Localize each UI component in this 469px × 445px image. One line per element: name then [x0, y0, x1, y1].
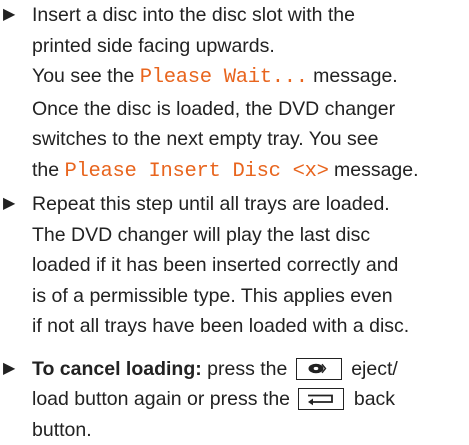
step-insert-disc: ▶ Insert a disc into the disc slot with … — [0, 0, 469, 187]
step-line: To cancel loading: press the eject/ — [32, 354, 469, 385]
step-line: The DVD changer will play the last disc — [32, 220, 469, 251]
step-line: switches to the next empty tray. You see — [32, 124, 469, 155]
message-line-insert: the Please Insert Disc <x> message. — [32, 155, 469, 188]
eject-button-icon — [296, 358, 342, 380]
step-line: if not all trays have been loaded with a… — [32, 311, 469, 342]
text-fragment: message. — [329, 159, 419, 181]
step-line: button. — [32, 415, 469, 445]
text-fragment: back — [348, 388, 395, 410]
message-line-wait: You see the Please Wait... message. — [32, 61, 469, 94]
bullet-triangle-icon: ▶ — [3, 0, 15, 31]
please-wait-message: Please Wait... — [140, 66, 308, 89]
text-fragment: message. — [308, 65, 398, 87]
cancel-loading-label: To cancel loading: — [32, 358, 202, 380]
text-fragment: the — [32, 159, 65, 181]
text-fragment: You see the — [32, 65, 140, 87]
instruction-document: ▶ Insert a disc into the disc slot with … — [0, 0, 469, 445]
step-repeat: ▶ Repeat this step until all trays are l… — [0, 189, 469, 342]
step-line: Repeat this step until all trays are loa… — [32, 189, 469, 220]
please-insert-disc-message: Please Insert Disc <x> — [65, 160, 329, 183]
step-line: Insert a disc into the disc slot with th… — [32, 0, 469, 31]
step-line: load button again or press the back — [32, 384, 469, 415]
text-fragment: press the — [202, 358, 293, 380]
text-fragment: load button again or press the — [32, 388, 295, 410]
step-line: loaded if it has been inserted correctly… — [32, 250, 469, 281]
step-line: Once the disc is loaded, the DVD changer — [32, 94, 469, 125]
step-line: is of a permissible type. This applies e… — [32, 281, 469, 312]
step-line: printed side facing upwards. — [32, 31, 469, 62]
back-button-icon — [298, 388, 344, 410]
bullet-triangle-icon: ▶ — [3, 354, 15, 385]
step-cancel-loading: ▶ To cancel loading: press the eject/ lo… — [0, 354, 469, 445]
text-fragment: eject/ — [346, 358, 398, 380]
bullet-triangle-icon: ▶ — [3, 189, 15, 220]
